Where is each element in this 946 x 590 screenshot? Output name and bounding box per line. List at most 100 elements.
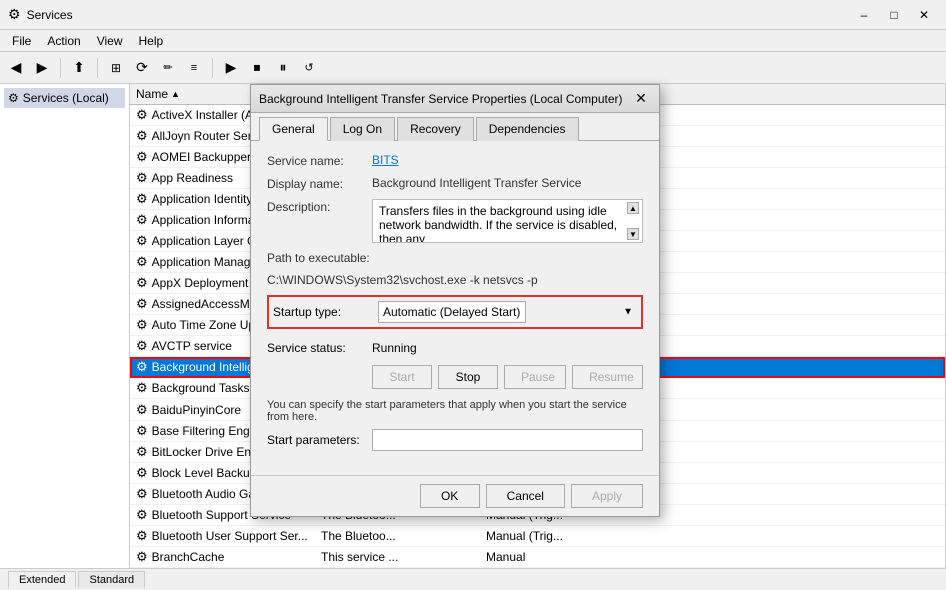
pause-button[interactable]: Pause [504,365,566,389]
toolbar-back[interactable]: ◀ [4,56,28,80]
service-status-row: Service status: Running [267,341,643,355]
service-name-cell: ⚙BranchCache [130,547,315,567]
description-box: Transfers files in the background using … [372,199,643,243]
service-name-value[interactable]: BITS [372,153,643,167]
sidebar-item-services-local[interactable]: ⚙ Services (Local) [4,88,125,108]
display-name-value: Background Intelligent Transfer Service [372,176,643,190]
service-icon: ⚙ [136,486,148,501]
status-bar: Extended Standard [0,568,946,590]
stop-button[interactable]: Stop [438,365,498,389]
dialog-title-text: Background Intelligent Transfer Service … [259,92,623,106]
title-bar-controls: ‒ □ ✕ [850,4,938,26]
properties-dialog: Background Intelligent Transfer Service … [250,84,660,517]
toolbar-show-hide[interactable]: ⊞ [104,56,128,80]
toolbar-refresh[interactable]: ⟳ [130,56,154,80]
display-name-row: Display name: Background Intelligent Tra… [267,176,643,191]
ok-button[interactable]: OK [420,484,480,508]
service-icon: ⚙ [136,444,148,459]
service-name-cell: ⚙Bluetooth User Support Ser... [130,526,315,546]
toolbar-pause[interactable]: ⏸ [271,56,295,80]
toolbar-up[interactable]: ⬆ [67,56,91,80]
tab-extended[interactable]: Extended [8,571,76,588]
toolbar-start[interactable]: ▶ [219,56,243,80]
dialog-title-bar: Background Intelligent Transfer Service … [251,85,659,113]
service-icon: ⚙ [136,149,148,164]
service-icon: ⚙ [136,128,148,143]
service-icon: ⚙ [136,507,148,522]
dialog-footer: OK Cancel Apply [251,475,659,516]
params-row: Start parameters: [267,429,643,451]
toolbar-stop[interactable]: ⏹ [245,56,269,80]
description-scrollbar[interactable]: ▲ ▼ [626,202,640,240]
title-bar-left: ⚙ Services [8,6,73,23]
service-status-cell [415,534,480,538]
window-title: Services [27,8,73,22]
toolbar: ◀ ▶ ⬆ ⊞ ⟳ ✏ ≡ ▶ ⏹ ⏸ ↺ [0,52,946,84]
path-section: Path to executable: C:\WINDOWS\System32\… [267,251,643,287]
service-status-cell [415,555,480,559]
sidebar-icon: ⚙ [8,91,19,105]
startup-type-row: Startup type: Automatic (Delayed Start) … [267,295,643,329]
toolbar-sep-3 [212,58,213,78]
toolbar-restart[interactable]: ↺ [297,56,321,80]
service-icon: ⚙ [136,191,148,206]
scroll-up-button[interactable]: ▲ [627,202,639,214]
service-status-label: Service status: [267,341,372,355]
description-text: Transfers files in the background using … [379,204,617,243]
tab-standard[interactable]: Standard [78,571,145,588]
list-item[interactable]: ⚙Bluetooth User Support Ser...The Blueto… [130,526,945,547]
tab-general[interactable]: General [259,117,328,141]
maximize-button[interactable]: □ [880,4,908,26]
description-label: Description: [267,199,372,214]
service-name-label: Service name: [267,153,372,168]
tab-dependencies[interactable]: Dependencies [476,117,579,141]
service-icon: ⚙ [136,380,148,395]
toolbar-forward[interactable]: ▶ [30,56,54,80]
dialog-close-button[interactable]: ✕ [631,89,651,109]
service-icon: ⚙ [136,107,148,122]
menu-bar: File Action View Help [0,30,946,52]
list-item[interactable]: ⚙BranchCacheThis service ... Manual [130,547,945,568]
main-content: ⚙ Services (Local) Name ▲ Description St… [0,84,946,568]
startup-type-label: Startup type: [273,305,378,319]
service-name-row: Service name: BITS [267,153,643,168]
sidebar: ⚙ Services (Local) [0,84,130,568]
service-icon: ⚙ [136,549,148,564]
path-value: C:\WINDOWS\System32\svchost.exe -k netsv… [267,273,643,287]
params-note: You can specify the start parameters tha… [267,399,643,423]
tab-logon[interactable]: Log On [330,117,395,141]
menu-file[interactable]: File [4,32,39,50]
resume-button[interactable]: Resume [572,365,643,389]
apply-button[interactable]: Apply [571,484,643,508]
service-icon: ⚙ [136,296,148,311]
service-icon: ⚙ [136,254,148,269]
service-icon: ⚙ [136,465,148,480]
service-desc-cell: The Bluetoo... [315,527,415,545]
service-startup-cell: Manual (Trig... [480,527,575,545]
start-button[interactable]: Start [372,365,432,389]
scroll-down-button[interactable]: ▼ [627,228,639,240]
sidebar-label: Services (Local) [23,91,109,105]
service-startup-cell: Manual [480,548,575,566]
params-input[interactable] [372,429,643,451]
minimize-button[interactable]: ‒ [850,4,878,26]
title-bar: ⚙ Services ‒ □ ✕ [0,0,946,30]
startup-type-select[interactable]: Automatic (Delayed Start) Automatic Manu… [378,301,526,323]
service-desc-cell: This service ... [315,548,415,566]
menu-view[interactable]: View [89,32,131,50]
toolbar-export[interactable]: ✏ [156,56,180,80]
tab-recovery[interactable]: Recovery [397,117,474,141]
description-row: Description: Transfers files in the back… [267,199,643,243]
menu-action[interactable]: Action [39,32,88,50]
close-button[interactable]: ✕ [910,4,938,26]
service-icon: ⚙ [136,402,148,417]
toolbar-properties[interactable]: ≡ [182,56,206,80]
service-icon: ⚙ [136,359,148,374]
service-icon: ⚙ [136,528,148,543]
service-icon: ⚙ [136,338,148,353]
service-icon: ⚙ [136,170,148,185]
service-status-value: Running [372,341,417,355]
cancel-button[interactable]: Cancel [486,484,565,508]
menu-help[interactable]: Help [131,32,172,50]
params-label: Start parameters: [267,433,364,447]
